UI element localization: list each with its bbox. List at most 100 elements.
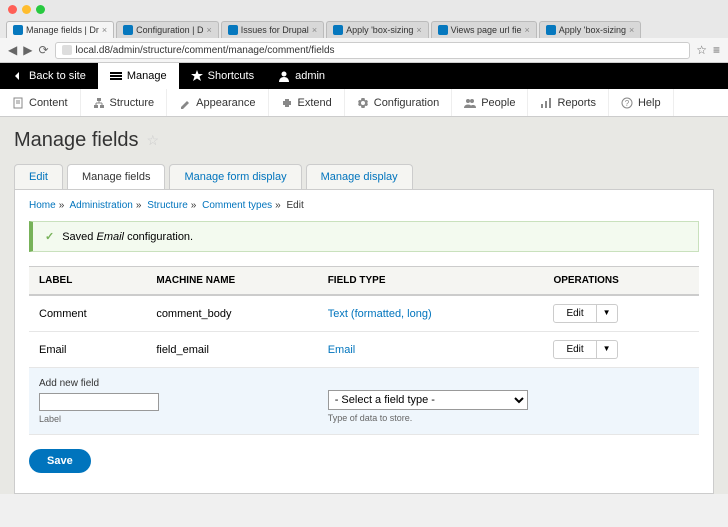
admin-people[interactable]: People [452, 89, 528, 116]
people-icon [464, 97, 476, 109]
page-title: Manage fields ☆ [14, 129, 714, 152]
browser-tab-bar: Manage fields | Dr×Configuration | D×Iss… [0, 18, 728, 38]
manage-button[interactable]: Manage [98, 63, 179, 89]
admin-reports[interactable]: Reports [528, 89, 609, 116]
tab-label: Configuration | D [136, 25, 203, 35]
breadcrumb-home[interactable]: Home [29, 200, 56, 211]
tab-favicon-icon [123, 25, 133, 35]
page-favicon-icon [62, 45, 72, 55]
admin-appearance[interactable]: Appearance [167, 89, 268, 116]
back-to-site-button[interactable]: Back to site [0, 63, 98, 89]
admin-reports-label: Reports [557, 97, 596, 109]
browser-tab[interactable]: Views page url fie× [431, 21, 537, 38]
table-row: Commentcomment_bodyText (formatted, long… [29, 295, 699, 332]
browser-tab[interactable]: Configuration | D × [116, 21, 219, 38]
drupal-toolbar: Back to site Manage Shortcuts admin [0, 63, 728, 89]
th-ops: OPERATIONS [543, 267, 699, 296]
menu-icon[interactable]: ≡ [713, 43, 720, 57]
shortcuts-button[interactable]: Shortcuts [179, 63, 266, 89]
field-type-select[interactable]: - Select a field type - [328, 390, 528, 410]
star-icon [191, 70, 203, 82]
page-title-text: Manage fields [14, 129, 139, 152]
minimize-window-icon[interactable] [22, 5, 31, 14]
admin-content[interactable]: Content [0, 89, 81, 116]
th-machine: MACHINE NAME [146, 267, 317, 296]
close-window-icon[interactable] [8, 5, 17, 14]
browser-nav-bar: ◀ ▶ ⟳ local.d8/admin/structure/comment/m… [0, 38, 728, 62]
edit-button[interactable]: Edit [553, 340, 596, 359]
admin-user-button[interactable]: admin [266, 63, 337, 89]
url-bar[interactable]: local.d8/admin/structure/comment/manage/… [55, 42, 691, 59]
th-label: LABEL [29, 267, 146, 296]
tab-close-icon[interactable]: × [207, 25, 212, 35]
content-wrapper: Manage fields ☆ Edit Manage fields Manag… [0, 117, 728, 494]
shortcuts-label: Shortcuts [208, 70, 254, 82]
add-field-label-hint: Label [39, 414, 308, 424]
tab-favicon-icon [546, 25, 556, 35]
tab-close-icon[interactable]: × [312, 25, 317, 35]
tab-manage-fields[interactable]: Manage fields [67, 164, 166, 189]
tab-favicon-icon [333, 25, 343, 35]
bookmark-icon[interactable]: ☆ [696, 43, 707, 57]
user-icon [278, 70, 290, 82]
field-type-link[interactable]: Email [328, 344, 356, 356]
browser-tab[interactable]: Manage fields | Dr× [6, 21, 114, 38]
breadcrumb-current: Edit [286, 200, 303, 211]
admin-help[interactable]: ? Help [609, 89, 674, 116]
admin-configuration-label: Configuration [374, 97, 439, 109]
forward-icon[interactable]: ▶ [23, 43, 32, 57]
main-panel: Home» Administration» Structure» Comment… [14, 189, 714, 494]
admin-people-label: People [481, 97, 515, 109]
cell-label: Email [29, 332, 146, 368]
maximize-window-icon[interactable] [36, 5, 45, 14]
breadcrumb-admin[interactable]: Administration [69, 200, 132, 211]
admin-structure-label: Structure [110, 97, 155, 109]
save-button[interactable]: Save [29, 449, 91, 473]
add-field-label-input[interactable] [39, 393, 159, 411]
admin-help-label: Help [638, 97, 661, 109]
check-icon: ✓ [45, 230, 54, 243]
admin-extend-label: Extend [298, 97, 332, 109]
primary-tabs: Edit Manage fields Manage form display M… [14, 164, 714, 189]
field-type-link[interactable]: Text (formatted, long) [328, 308, 432, 320]
back-arrow-icon [12, 70, 24, 82]
hamburger-icon [110, 70, 122, 82]
tab-favicon-icon [228, 25, 238, 35]
back-to-site-label: Back to site [29, 70, 86, 82]
admin-configuration[interactable]: Configuration [345, 89, 452, 116]
window-controls [0, 0, 728, 18]
tab-favicon-icon [13, 25, 23, 35]
admin-structure[interactable]: Structure [81, 89, 168, 116]
admin-extend[interactable]: Extend [269, 89, 345, 116]
browser-chrome: Manage fields | Dr×Configuration | D×Iss… [0, 0, 728, 63]
tab-manage-display[interactable]: Manage display [306, 164, 413, 189]
favorite-star-icon[interactable]: ☆ [147, 132, 160, 149]
fields-table: LABEL MACHINE NAME FIELD TYPE OPERATIONS… [29, 266, 699, 435]
browser-tab[interactable]: Issues for Drupal× [221, 21, 324, 38]
manage-label: Manage [127, 70, 167, 82]
reports-icon [540, 97, 552, 109]
status-message: ✓ Saved Email configuration. [29, 221, 699, 252]
admin-menu: Content Structure Appearance Extend Conf… [0, 89, 728, 117]
breadcrumb-comment-types[interactable]: Comment types [202, 200, 272, 211]
tab-close-icon[interactable]: × [629, 25, 634, 35]
tab-close-icon[interactable]: × [524, 25, 529, 35]
help-icon: ? [621, 97, 633, 109]
add-field-title: Add new field [39, 378, 308, 389]
browser-tab[interactable]: Apply 'box-sizing× [539, 21, 642, 38]
admin-content-label: Content [29, 97, 68, 109]
tab-edit[interactable]: Edit [14, 164, 63, 189]
breadcrumb-structure[interactable]: Structure [147, 200, 188, 211]
tab-manage-form-display[interactable]: Manage form display [169, 164, 301, 189]
edit-button[interactable]: Edit [553, 304, 596, 323]
extend-icon [281, 97, 293, 109]
content-icon [12, 97, 24, 109]
tab-close-icon[interactable]: × [416, 25, 421, 35]
reload-icon[interactable]: ⟳ [38, 43, 48, 57]
tab-close-icon[interactable]: × [102, 25, 107, 35]
tab-label: Apply 'box-sizing [346, 25, 413, 35]
back-icon[interactable]: ◀ [8, 43, 17, 57]
browser-tab[interactable]: Apply 'box-sizing× [326, 21, 429, 38]
dropdown-toggle-icon[interactable]: ▼ [597, 304, 618, 323]
dropdown-toggle-icon[interactable]: ▼ [597, 340, 618, 359]
